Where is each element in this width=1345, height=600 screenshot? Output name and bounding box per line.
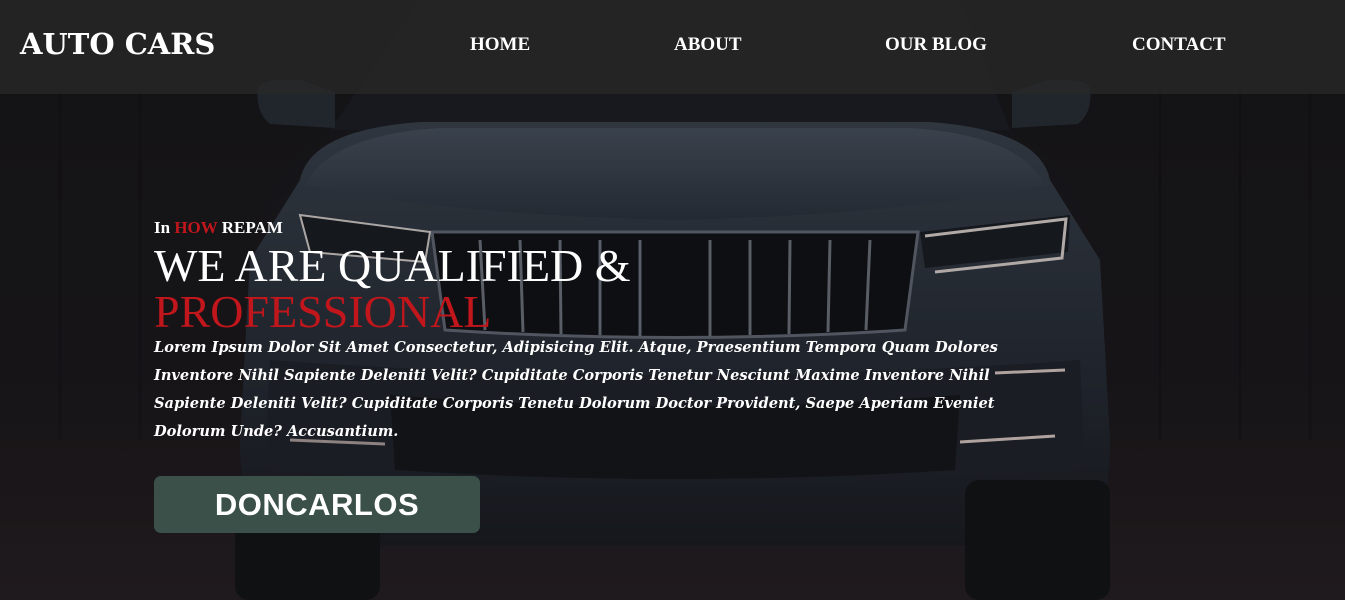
kicker-suffix: REPAM <box>221 218 283 237</box>
page: AUTO CARS HOME ABOUT OUR BLOG CONTACT In… <box>0 0 1345 600</box>
site-header: AUTO CARS HOME ABOUT OUR BLOG CONTACT <box>0 0 1345 94</box>
headline-line-2: PROFESSIONAL <box>154 286 492 337</box>
hero-description: Lorem Ipsum Dolor Sit Amet Consectetur, … <box>154 339 998 440</box>
nav-contact-link[interactable]: CONTACT <box>1132 34 1226 56</box>
nav-about-link[interactable]: ABOUT <box>674 34 742 56</box>
kicker-highlight: HOW <box>174 218 218 237</box>
brand-logo[interactable]: AUTO CARS <box>20 27 215 61</box>
nav-blog-link[interactable]: OUR BLOG <box>885 34 987 56</box>
hero-kicker: In HOW REPAM <box>154 218 283 238</box>
kicker-prefix: In <box>154 218 171 237</box>
cta-button[interactable]: DONCARLOS <box>154 476 480 533</box>
nav-home-link[interactable]: HOME <box>470 34 530 56</box>
headline-line-1: WE ARE QUALIFIED & <box>154 240 631 291</box>
hero-headline: WE ARE QUALIFIED & PROFESSIONAL <box>154 243 631 335</box>
